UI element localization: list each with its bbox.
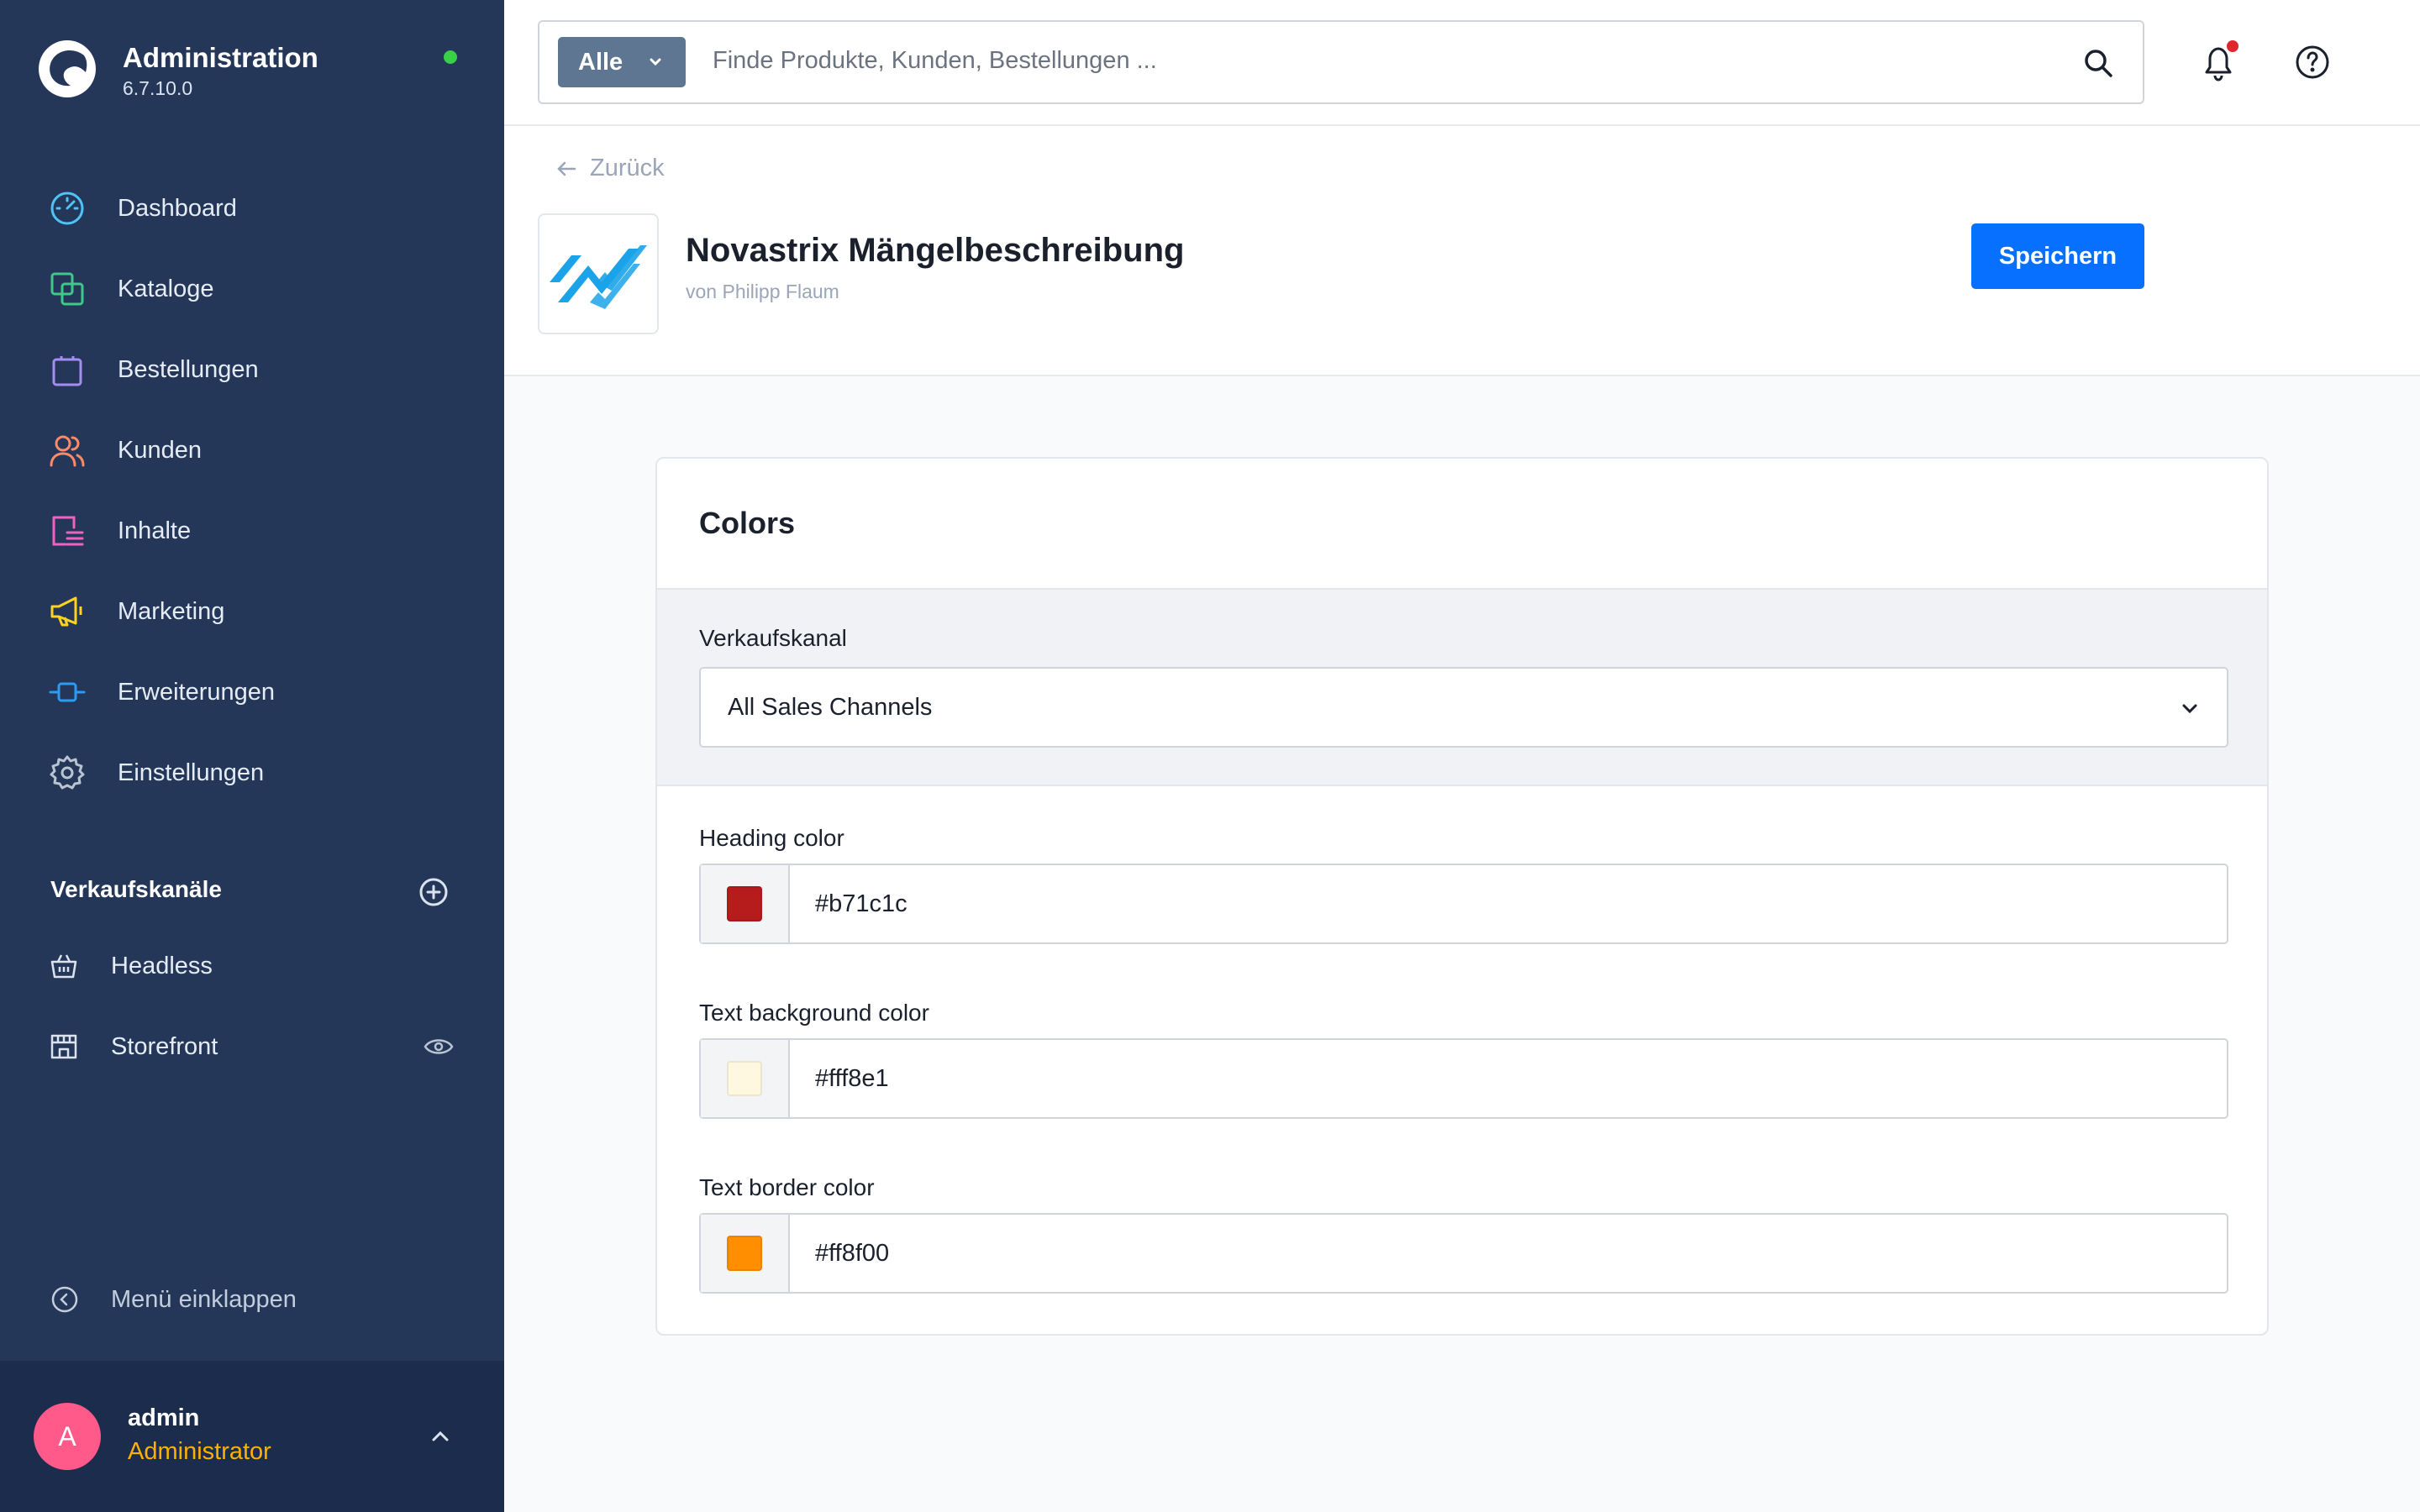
- nav-item-marketing[interactable]: Marketing: [0, 571, 504, 652]
- color-picker-button[interactable]: [701, 1040, 790, 1117]
- novastrix-logo-icon: [550, 245, 647, 309]
- back-link[interactable]: Zurück: [555, 155, 665, 182]
- dashboard-icon: [49, 190, 86, 227]
- nav-item-kataloge[interactable]: Kataloge: [0, 249, 504, 329]
- sales-channel-section: Verkaufskanal All Sales Channels: [657, 588, 2267, 786]
- nav-item-einstellungen[interactable]: Einstellungen: [0, 732, 504, 813]
- text-background-color-input[interactable]: #fff8e1: [699, 1038, 2228, 1119]
- save-button[interactable]: Speichern: [1971, 223, 2144, 289]
- page-header: Zurück Novastrix Mängelbeschreibung von …: [504, 126, 2420, 376]
- add-sales-channel-icon[interactable]: [417, 875, 450, 909]
- text-background-color-label: Text background color: [699, 1000, 929, 1026]
- color-picker-button[interactable]: [701, 865, 790, 942]
- nav-label: Kunden: [118, 436, 202, 464]
- avatar: A: [34, 1403, 101, 1470]
- color-swatch: [727, 886, 762, 921]
- arrow-left-icon: [557, 161, 576, 176]
- brand-title: Administration: [123, 42, 318, 73]
- nav-label: Dashboard: [118, 194, 237, 222]
- colors-card: Colors Verkaufskanal All Sales Channels …: [655, 457, 2269, 1336]
- settings-icon: [49, 754, 86, 791]
- user-role: Administrator: [128, 1438, 271, 1465]
- sales-channel-storefront[interactable]: Storefront: [0, 1006, 504, 1087]
- collapse-icon: [51, 1286, 78, 1313]
- chevron-up-icon[interactable]: [425, 1421, 455, 1452]
- nav-item-dashboard[interactable]: Dashboard: [0, 168, 504, 249]
- chevron-down-icon: [2182, 704, 2197, 714]
- user-menu[interactable]: A admin Administrator: [0, 1361, 504, 1512]
- nav-item-inhalte[interactable]: Inhalte: [0, 491, 504, 571]
- collapse-label: Menü einklappen: [111, 1285, 297, 1313]
- brand: Administration 6.7.10.0: [37, 39, 474, 106]
- nav-label: Erweiterungen: [118, 678, 275, 706]
- sales-channel-label: Storefront: [111, 1032, 218, 1060]
- status-dot: [444, 50, 457, 64]
- catalog-icon: [49, 270, 86, 307]
- sales-channel-select[interactable]: All Sales Channels: [699, 667, 2228, 748]
- shopware-logo-icon[interactable]: [37, 39, 97, 99]
- customers-icon: [49, 432, 86, 469]
- nav-label: Inhalte: [118, 517, 192, 544]
- search-filter-button[interactable]: Alle: [558, 37, 686, 87]
- user-name: admin: [128, 1404, 200, 1431]
- nav-item-erweiterungen[interactable]: Erweiterungen: [0, 652, 504, 732]
- storefront-icon: [49, 1032, 79, 1062]
- color-value: #ff8f00: [815, 1240, 890, 1267]
- search-filter-label: Alle: [578, 48, 623, 76]
- nav-label: Marketing: [118, 597, 225, 625]
- sales-channel-headless[interactable]: Headless: [0, 926, 504, 1006]
- color-value: #b71c1c: [815, 890, 908, 917]
- main-nav: Dashboard Kataloge Bestellungen Kunden I…: [0, 168, 504, 813]
- color-value: #fff8e1: [815, 1065, 889, 1092]
- top-bar: Alle Finde Produkte, Kunden, Bestellunge…: [504, 0, 2420, 126]
- heading-color-label: Heading color: [699, 825, 844, 851]
- color-picker-button[interactable]: [701, 1215, 790, 1292]
- color-swatch: [727, 1061, 762, 1096]
- nav-label: Einstellungen: [118, 759, 265, 786]
- nav-label: Kataloge: [118, 275, 214, 302]
- extensions-icon: [49, 674, 86, 711]
- app-author: von Philipp Flaum: [686, 281, 839, 302]
- search-icon[interactable]: [2082, 47, 2114, 79]
- heading-color-input[interactable]: #b71c1c: [699, 864, 2228, 944]
- text-border-color-input[interactable]: #ff8f00: [699, 1213, 2228, 1294]
- nav-item-kunden[interactable]: Kunden: [0, 410, 504, 491]
- nav-item-bestellungen[interactable]: Bestellungen: [0, 329, 504, 410]
- color-swatch: [727, 1236, 762, 1271]
- search-input[interactable]: Finde Produkte, Kunden, Bestellungen ...: [713, 47, 1157, 75]
- page-title: Novastrix Mängelbeschreibung: [686, 232, 1185, 269]
- brand-version: 6.7.10.0: [123, 77, 193, 99]
- sales-channel-list: Headless Storefront: [0, 926, 504, 1087]
- sales-channels-title: Verkaufskanäle: [50, 876, 222, 902]
- help-icon[interactable]: [2294, 44, 2331, 81]
- collapse-menu-button[interactable]: Menü einklappen: [50, 1285, 297, 1314]
- sales-channel-value: All Sales Channels: [728, 694, 933, 721]
- sales-channel-label: Verkaufskanal: [699, 625, 847, 651]
- chevron-down-icon: [650, 58, 661, 66]
- card-title: Colors: [699, 506, 796, 540]
- content-icon: [49, 512, 86, 549]
- text-border-color-label: Text border color: [699, 1174, 875, 1200]
- sales-channel-label: Headless: [111, 952, 213, 979]
- sidebar: Administration 6.7.10.0 Dashboard Katalo…: [0, 0, 504, 1512]
- global-search[interactable]: Alle Finde Produkte, Kunden, Bestellunge…: [538, 20, 2144, 104]
- app-logo: [538, 213, 659, 334]
- back-label: Zurück: [590, 155, 665, 181]
- orders-icon: [49, 351, 86, 388]
- basket-icon: [49, 951, 79, 981]
- eye-icon[interactable]: [424, 1035, 454, 1058]
- marketing-icon: [49, 593, 86, 630]
- notification-badge: [2227, 40, 2238, 52]
- nav-label: Bestellungen: [118, 355, 259, 383]
